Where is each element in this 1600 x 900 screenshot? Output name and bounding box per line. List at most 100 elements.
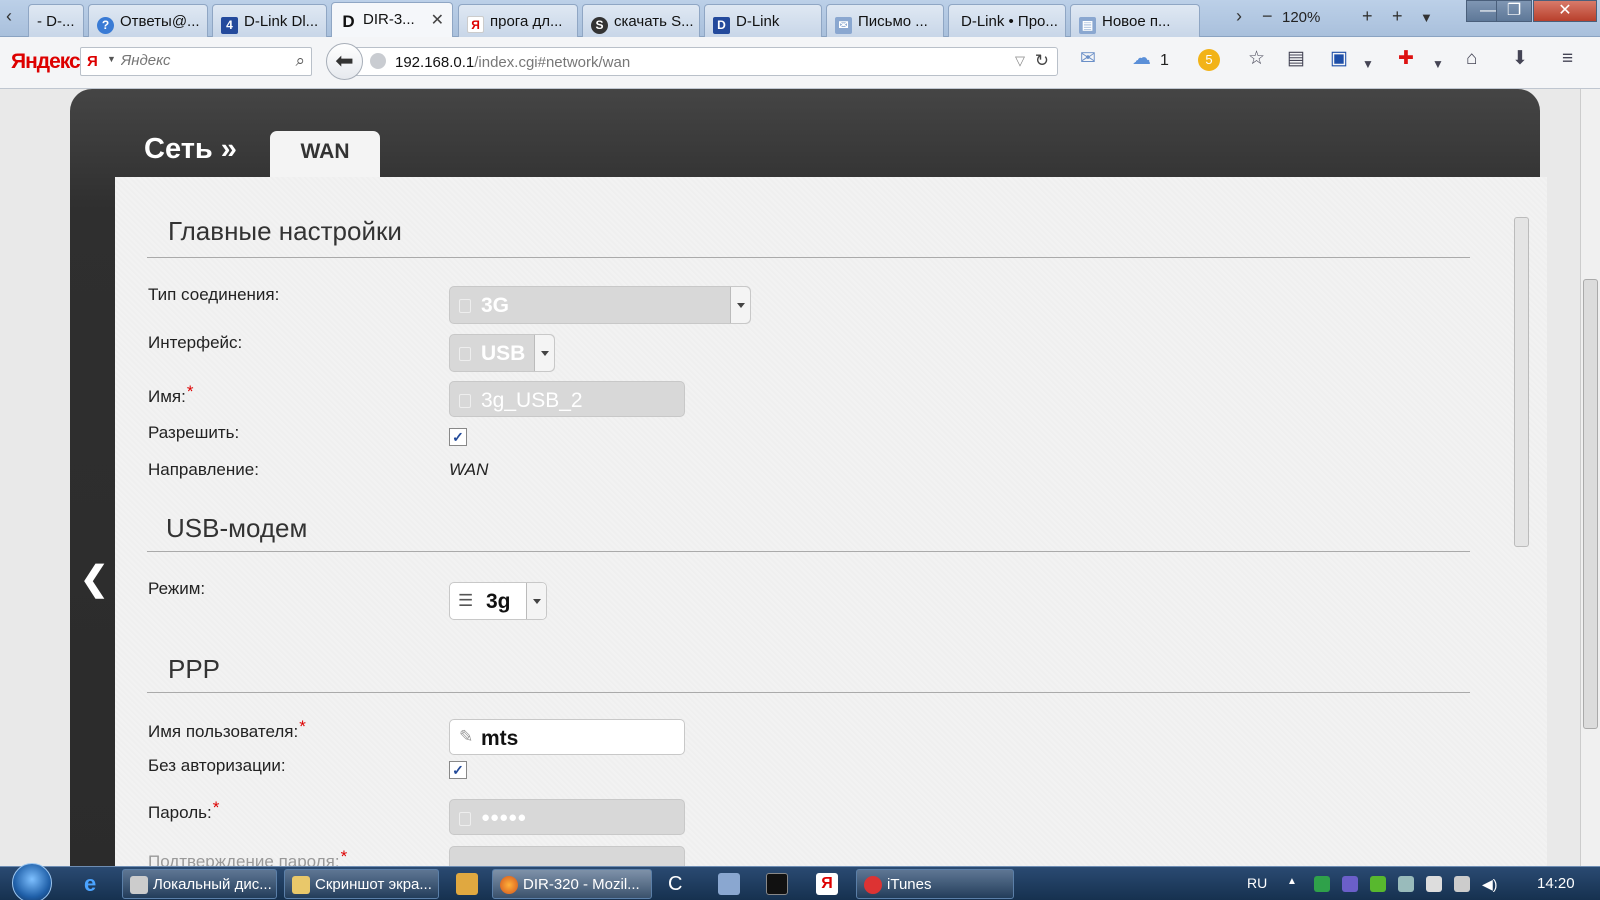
url-bar[interactable]: 192.168.0.1/index.cgi#network/wan ▽ ↻ xyxy=(352,47,1058,76)
clock[interactable]: 14:20 xyxy=(1537,875,1575,892)
required-marker: * xyxy=(186,382,194,401)
network-status-icon[interactable] xyxy=(1454,876,1470,892)
close-window-icon[interactable]: ✕ xyxy=(1533,0,1597,22)
taskbar-app-label: DIR-320 - Mozil... xyxy=(523,876,640,893)
site-info-icon[interactable] xyxy=(370,53,386,69)
taskbar-app[interactable]: Локальный дис... xyxy=(122,869,277,899)
browser-tab[interactable]: ▤ Новое п... xyxy=(1070,4,1200,37)
menu-icon[interactable]: ≡ xyxy=(1562,49,1573,69)
tray-app-icon[interactable] xyxy=(1342,876,1358,892)
browser-tab[interactable]: Япрога дл... xyxy=(458,4,578,37)
back-button[interactable]: ⬅ xyxy=(326,43,363,80)
yandex-icon[interactable]: Я xyxy=(816,873,838,895)
language-indicator[interactable]: RU xyxy=(1247,875,1267,891)
url-text[interactable]: 192.168.0.1/index.cgi#network/wan xyxy=(395,54,630,71)
section-title[interactable]: Сеть » xyxy=(144,133,237,166)
maximize-icon[interactable]: ❐ xyxy=(1496,0,1532,22)
required-marker: * xyxy=(340,847,348,866)
home-icon[interactable]: ⌂ xyxy=(1466,49,1477,69)
browser-tab[interactable]: 4 D-Link Dl... xyxy=(212,4,327,37)
close-tab-icon[interactable]: ✕ xyxy=(431,10,444,30)
browser-tab[interactable]: ? Ответы@... xyxy=(88,4,208,37)
password-confirm-field[interactable] xyxy=(449,846,685,866)
internet-explorer-icon[interactable]: e xyxy=(84,873,106,895)
tab-wan[interactable]: WAN xyxy=(270,131,380,179)
yandex-search-box[interactable]: Я ▼ ⌕ xyxy=(80,47,312,76)
enable-checkbox[interactable]: ✓ xyxy=(449,428,467,446)
tabs-scroll-right-icon[interactable]: › xyxy=(1236,6,1242,27)
bookmarks-list-icon[interactable]: ▤ xyxy=(1287,49,1305,69)
chevron-down-icon[interactable] xyxy=(526,583,546,619)
cloud-icon[interactable]: ☁ xyxy=(1132,49,1151,69)
wireless-icon[interactable] xyxy=(1398,876,1414,892)
username-field[interactable]: ✎ mts xyxy=(449,719,685,755)
page-scrollbar[interactable] xyxy=(1580,89,1600,866)
sync-icon[interactable]: C xyxy=(668,873,690,895)
taskbar-app[interactable]: iTunes xyxy=(856,869,1014,899)
no-auth-checkbox[interactable]: ✓ xyxy=(449,761,467,779)
tab-label: D-Link xyxy=(736,13,780,30)
zoom-in-icon[interactable]: + xyxy=(1362,6,1373,27)
connection-type-select[interactable]: 3G xyxy=(449,286,751,324)
chevron-down-icon[interactable]: ▼ xyxy=(1362,54,1374,74)
password-field[interactable]: ●●●●● xyxy=(449,799,685,835)
name-value: 3g_USB_2 xyxy=(481,389,583,412)
drive-icon xyxy=(130,876,148,894)
network-icon[interactable] xyxy=(718,873,740,895)
password-confirm-label: Подтверждение пароля:* xyxy=(148,847,347,866)
username-value: mts xyxy=(481,727,519,750)
interface-value: USB xyxy=(481,342,526,365)
addon-plus-icon[interactable]: ✚ xyxy=(1398,49,1414,69)
browser-tab[interactable]: ✉ Письмо ... xyxy=(826,4,944,37)
tab-label: - D-... xyxy=(37,13,75,30)
badge-count-icon[interactable]: 5 xyxy=(1198,49,1220,71)
save-icon[interactable]: ▣ xyxy=(1330,49,1348,69)
browser-tab[interactable]: Sскачать S... xyxy=(582,4,700,37)
download-site-icon: S xyxy=(591,17,608,34)
connection-type-label: Тип соединения: xyxy=(148,285,280,304)
bookmark-star-icon[interactable]: ☆ xyxy=(1248,49,1265,69)
lock-icon xyxy=(459,299,471,313)
cloud-count: 1 xyxy=(1160,52,1169,69)
zoom-level[interactable]: 120% xyxy=(1282,9,1320,26)
browser-tab-active[interactable]: D DIR-3... ✕ xyxy=(331,2,453,38)
tab-label: DIR-3... xyxy=(363,11,415,28)
terminal-icon[interactable] xyxy=(766,873,788,895)
chevron-down-icon[interactable]: ▼ xyxy=(107,54,116,64)
show-hidden-icons-icon[interactable]: ▲ xyxy=(1287,876,1303,892)
content-scrollbar[interactable] xyxy=(1512,199,1532,844)
taskbar-app[interactable]: Скриншот экра... xyxy=(284,869,439,899)
browser-tab[interactable]: D D-Link xyxy=(704,4,822,37)
scrollbar-thumb[interactable] xyxy=(1514,217,1529,547)
mail-icon[interactable]: ✉ xyxy=(1080,49,1096,69)
history-dropdown-icon[interactable]: ▽ xyxy=(1015,53,1025,69)
media-player-icon[interactable] xyxy=(456,873,478,895)
collapse-menu-icon[interactable]: ❮ xyxy=(80,559,109,599)
scrollbar-thumb[interactable] xyxy=(1583,279,1598,729)
reload-icon[interactable]: ↻ xyxy=(1035,51,1049,71)
taskbar-app-active[interactable]: DIR-320 - Mozil... xyxy=(492,869,652,899)
chevron-down-icon[interactable]: ▼ xyxy=(1432,54,1444,74)
mode-select[interactable]: ☰ 3g xyxy=(449,582,547,620)
name-field[interactable]: 3g_USB_2 xyxy=(449,381,685,417)
chevron-down-icon[interactable] xyxy=(534,335,554,371)
chevron-down-icon[interactable] xyxy=(730,287,750,323)
yandex-search-input[interactable] xyxy=(121,52,276,69)
tabs-scroll-left-icon[interactable]: ‹ xyxy=(6,6,12,27)
browser-tab[interactable]: D-Link • Про... xyxy=(948,4,1066,37)
volume-icon[interactable]: ◀) xyxy=(1482,876,1498,892)
browser-nav-bar: Яндекс Я ▼ ⌕ ⬅ 192.168.0.1/index.cgi#net… xyxy=(0,37,1600,89)
start-button[interactable] xyxy=(12,863,52,900)
zoom-out-icon[interactable]: − xyxy=(1262,6,1273,27)
search-icon[interactable]: ⌕ xyxy=(295,51,305,71)
browser-tab[interactable]: - D-... xyxy=(28,4,84,37)
interface-select[interactable]: USB xyxy=(449,334,555,372)
antivirus-icon[interactable] xyxy=(1370,876,1386,892)
usb-device-icon[interactable] xyxy=(1426,876,1442,892)
tab-list-icon[interactable]: ▼ xyxy=(1420,10,1433,25)
shield-icon[interactable] xyxy=(1314,876,1330,892)
download-icon[interactable]: ⬇ xyxy=(1512,49,1528,69)
lock-icon xyxy=(459,394,471,408)
yandex-logo[interactable]: Яндекс xyxy=(11,50,81,74)
new-tab-icon[interactable]: + xyxy=(1392,6,1403,27)
